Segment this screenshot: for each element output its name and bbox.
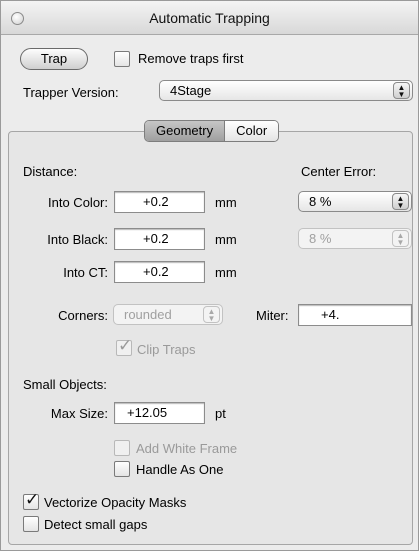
trapper-version-select[interactable]: 4Stage ▲ ▼: [159, 80, 413, 101]
remove-traps-checkbox[interactable]: [114, 51, 130, 67]
trap-button[interactable]: Trap: [20, 48, 88, 70]
checkmark-icon: ✓: [118, 336, 133, 355]
select-arrows-icon: ▲ ▼: [392, 193, 409, 210]
tab-color[interactable]: Color: [224, 121, 279, 141]
tab-geometry[interactable]: Geometry: [145, 121, 225, 141]
trapper-version-value: 4Stage: [170, 83, 212, 98]
distance-heading: Distance:: [23, 164, 78, 179]
max-size-unit: pt: [215, 406, 226, 421]
center-error-label: Center Error:: [301, 164, 377, 179]
center-error-select[interactable]: 8 % ▲ ▼: [298, 191, 412, 212]
tab-bar: Geometry Color: [144, 120, 280, 142]
center-error-value-disabled: 8 %: [309, 231, 332, 246]
window-title: Automatic Trapping: [149, 10, 270, 26]
clip-traps-label: Clip Traps: [137, 342, 196, 357]
vectorize-opacity-checkbox[interactable]: ✓: [23, 490, 39, 510]
remove-traps-label: Remove traps first: [138, 51, 244, 66]
select-arrows-icon: ▲ ▼: [203, 306, 220, 323]
into-color-unit: mm: [215, 195, 237, 210]
into-black-label: Into Black:: [47, 232, 108, 247]
into-black-unit: mm: [215, 232, 237, 247]
detect-small-gaps-checkbox[interactable]: [23, 516, 39, 532]
into-ct-field[interactable]: +0.2: [114, 261, 205, 283]
center-error-select-disabled: 8 % ▲ ▼: [298, 228, 412, 249]
select-arrows-icon: ▲ ▼: [393, 82, 410, 99]
handle-as-one-label: Handle As One: [136, 462, 224, 477]
into-ct-unit: mm: [215, 265, 237, 280]
corners-label: Corners:: [58, 308, 108, 323]
small-objects-heading: Small Objects:: [23, 377, 107, 392]
handle-as-one-checkbox[interactable]: [114, 461, 130, 477]
trapper-version-label: Trapper Version:: [23, 85, 119, 100]
miter-label: Miter:: [256, 308, 289, 323]
max-size-field[interactable]: +12.05: [114, 402, 205, 424]
into-color-field[interactable]: +0.2: [114, 191, 205, 213]
into-color-label: Into Color:: [48, 195, 108, 210]
corners-value: rounded: [124, 307, 172, 322]
into-black-field[interactable]: +0.2: [114, 228, 205, 250]
select-arrows-icon: ▲ ▼: [392, 230, 409, 247]
add-white-frame-label: Add White Frame: [136, 441, 238, 456]
vectorize-opacity-label: Vectorize Opacity Masks: [44, 495, 187, 510]
clip-traps-checkbox: ✓: [116, 336, 132, 356]
detect-small-gaps-label: Detect small gaps: [44, 517, 148, 532]
automatic-trapping-window: Automatic Trapping Trap Remove traps fir…: [0, 0, 419, 551]
corners-select: rounded ▲ ▼: [113, 304, 223, 325]
checkmark-icon: ✓: [25, 490, 40, 509]
into-ct-label: Into CT:: [63, 265, 108, 280]
title-bar[interactable]: Automatic Trapping: [1, 1, 418, 35]
max-size-label: Max Size:: [50, 406, 108, 421]
center-error-value: 8 %: [309, 194, 332, 209]
miter-field[interactable]: +4.: [298, 304, 412, 326]
add-white-frame-checkbox: [114, 440, 130, 456]
